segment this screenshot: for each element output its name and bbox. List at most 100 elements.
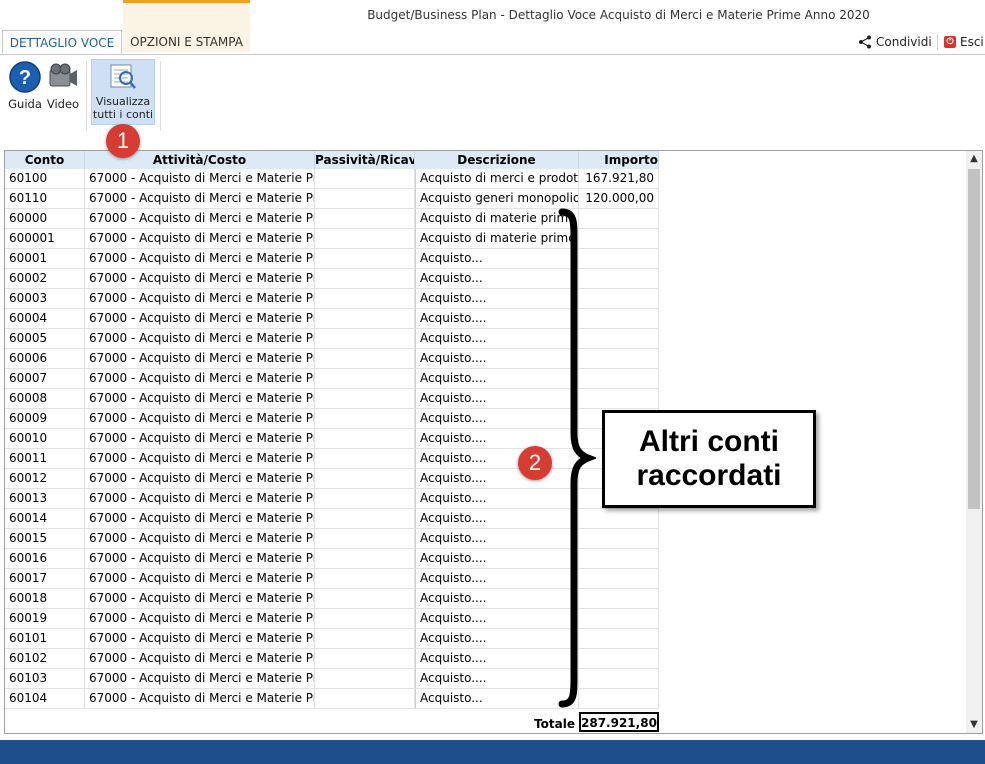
video-button[interactable]: Video [44, 60, 82, 111]
cell-attivita-costo: 67000 - Acquisto di Merci e Materie Prim… [85, 189, 315, 209]
cell-passivita-ricavo [315, 669, 415, 689]
ribbon-separator [86, 61, 87, 131]
scroll-down-arrow-icon[interactable]: ▼ [966, 717, 982, 733]
cell-conto: 60017 [5, 569, 85, 589]
cell-attivita-costo: 67000 - Acquisto di Merci e Materie Prim… [85, 309, 315, 329]
cell-attivita-costo: 67000 - Acquisto di Merci e Materie Prim… [85, 209, 315, 229]
cell-passivita-ricavo [315, 529, 415, 549]
cell-attivita-costo: 67000 - Acquisto di Merci e Materie Prim… [85, 589, 315, 609]
cell-descrizione: Acquisto.... [415, 509, 579, 529]
cell-passivita-ricavo [315, 489, 415, 509]
cell-descrizione: Acquisto.... [415, 649, 579, 669]
cell-conto: 60006 [5, 349, 85, 369]
cell-descrizione: Acquisto.... [415, 609, 579, 629]
svg-text:?: ? [19, 67, 31, 89]
cell-conto: 60016 [5, 549, 85, 569]
tab-opzioni-e-stampa[interactable]: OPZIONI E STAMPA [123, 30, 250, 54]
cell-attivita-costo: 67000 - Acquisto di Merci e Materie Prim… [85, 369, 315, 389]
cell-conto: 60100 [5, 169, 85, 189]
cell-passivita-ricavo [315, 189, 415, 209]
cell-descrizione: Acquisto.... [415, 529, 579, 549]
cell-attivita-costo: 67000 - Acquisto di Merci e Materie Prim… [85, 169, 315, 189]
callout-marker-1: 1 [106, 124, 140, 158]
cell-descrizione: Acquisto.... [415, 569, 579, 589]
cell-attivita-costo: 67000 - Acquisto di Merci e Materie Prim… [85, 289, 315, 309]
ribbon-panel: ? Guida Video Visualizza tutti i conti [0, 55, 985, 145]
cell-passivita-ricavo [315, 289, 415, 309]
guida-label: Guida [8, 97, 42, 111]
cell-attivita-costo: 67000 - Acquisto di Merci e Materie Prim… [85, 349, 315, 369]
cell-descrizione: Acquisto.... [415, 549, 579, 569]
cell-conto: 60013 [5, 489, 85, 509]
cell-conto: 60001 [5, 249, 85, 269]
cell-conto: 60008 [5, 389, 85, 409]
cell-attivita-costo: 67000 - Acquisto di Merci e Materie Prim… [85, 549, 315, 569]
cell-descrizione: Acquisto.... [415, 309, 579, 329]
cell-passivita-ricavo [315, 589, 415, 609]
cell-passivita-ricavo [315, 269, 415, 289]
cell-conto: 60102 [5, 649, 85, 669]
cell-passivita-ricavo [315, 549, 415, 569]
cell-descrizione: Acquisto... [415, 249, 579, 269]
cell-conto: 60018 [5, 589, 85, 609]
share-button[interactable]: Condividi [858, 34, 932, 50]
cell-passivita-ricavo [315, 249, 415, 269]
column-header-descrizione[interactable]: Descrizione [415, 151, 579, 169]
cell-conto: 60104 [5, 689, 85, 709]
cell-descrizione: Acquisto.... [415, 589, 579, 609]
table-row[interactable]: 60110 67000 - Acquisto di Merci e Materie… [5, 189, 659, 209]
vertical-scrollbar[interactable]: ▲ ▼ [966, 151, 982, 733]
totale-value: 287.921,80 [579, 712, 659, 732]
table-row[interactable]: 60100 67000 - Acquisto di Merci e Materie… [5, 169, 659, 189]
cell-attivita-costo: 67000 - Acquisto di Merci e Materie Prim… [85, 489, 315, 509]
scroll-up-arrow-icon[interactable]: ▲ [966, 151, 982, 167]
cell-descrizione: Acquisto.... [415, 469, 579, 489]
cell-conto: 60110 [5, 189, 85, 209]
tab-dettaglio-voce[interactable]: DETTAGLIO VOCE [2, 30, 122, 54]
video-label: Video [46, 97, 80, 111]
cell-passivita-ricavo [315, 509, 415, 529]
cell-descrizione: Acquisto generi monopolio [415, 189, 579, 209]
cell-descrizione: Acquisto.... [415, 389, 579, 409]
cell-descrizione: Acquisto di materie prime [415, 229, 579, 249]
cell-conto: 60103 [5, 669, 85, 689]
cell-descrizione: Acquisto.... [415, 429, 579, 449]
cell-descrizione: Acquisto.... [415, 409, 579, 429]
cell-descrizione: Acquisto.... [415, 629, 579, 649]
column-header-importo[interactable]: Importo [579, 151, 659, 169]
cell-passivita-ricavo [315, 449, 415, 469]
column-header-passivita-ricavo[interactable]: Passività/Ricavo [315, 151, 415, 169]
cell-conto: 60009 [5, 409, 85, 429]
cell-passivita-ricavo [315, 469, 415, 489]
cell-importo: 120.000,00 [579, 189, 659, 209]
exit-button[interactable]: ⏻ Esci [944, 34, 984, 50]
cell-conto: 60010 [5, 429, 85, 449]
cell-attivita-costo: 67000 - Acquisto di Merci e Materie Prim… [85, 649, 315, 669]
cell-passivita-ricavo [315, 389, 415, 409]
help-icon: ? [9, 61, 41, 93]
cell-passivita-ricavo [315, 629, 415, 649]
cell-importo: 167.921,80 [579, 169, 659, 189]
cell-attivita-costo: 67000 - Acquisto di Merci e Materie Prim… [85, 509, 315, 529]
cell-passivita-ricavo [315, 329, 415, 349]
cell-descrizione: Acquisto di materie prime [415, 209, 579, 229]
cell-conto: 60014 [5, 509, 85, 529]
share-icon [859, 35, 871, 49]
cell-attivita-costo: 67000 - Acquisto di Merci e Materie Prim… [85, 229, 315, 249]
column-header-conto[interactable]: Conto [5, 151, 85, 169]
scrollbar-thumb[interactable] [968, 169, 980, 509]
cell-descrizione: Acquisto.... [415, 489, 579, 509]
visualizza-tutti-conti-button[interactable]: Visualizza tutti i conti [91, 59, 155, 125]
share-label: Condividi [876, 35, 932, 49]
annotation-box-altri-conti: Altri conti raccordati [602, 410, 816, 508]
guida-button[interactable]: ? Guida [6, 60, 44, 111]
cell-conto: 600001 [5, 229, 85, 249]
visualizza-label: Visualizza tutti i conti [92, 95, 154, 121]
cell-attivita-costo: 67000 - Acquisto di Merci e Materie Prim… [85, 329, 315, 349]
cell-conto: 60004 [5, 309, 85, 329]
cell-conto: 60000 [5, 209, 85, 229]
exit-label: Esci [960, 35, 984, 49]
cell-descrizione: Acquisto... [415, 269, 579, 289]
cell-descrizione: Acquisto di merci e prodotti [415, 169, 579, 189]
cell-passivita-ricavo [315, 569, 415, 589]
